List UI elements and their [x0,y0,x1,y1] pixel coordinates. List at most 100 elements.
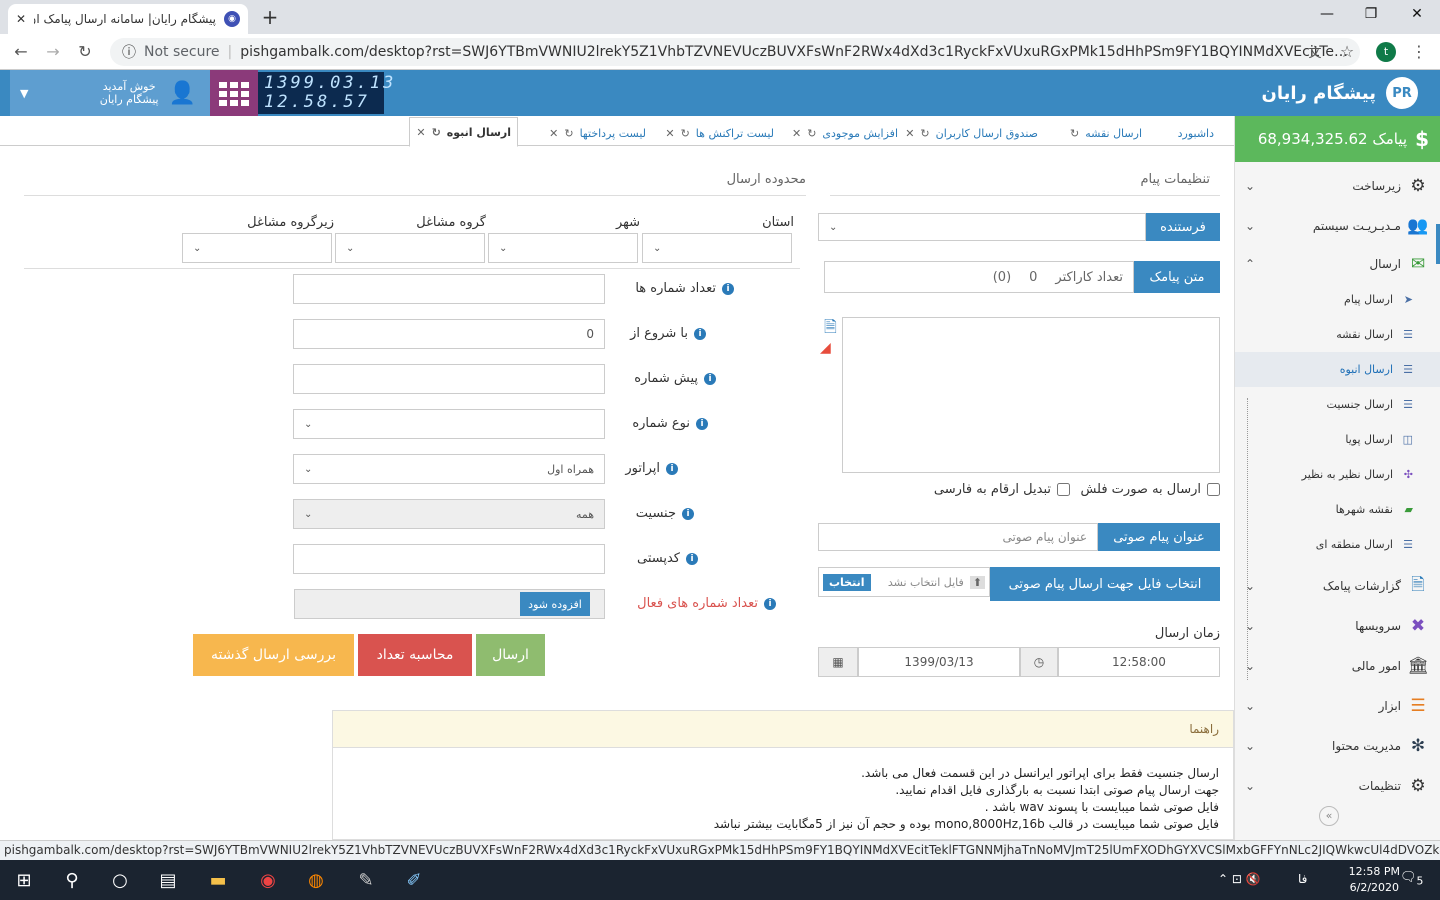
info-icon[interactable]: i [686,552,698,565]
firefox-icon[interactable]: ◍ [304,868,328,892]
add-button[interactable]: افزوده شود [520,592,590,616]
gender-select[interactable]: همه ⌄ [293,499,605,529]
clock-icon[interactable]: ◷ [1020,647,1058,677]
tab-increase-balance[interactable]: افزایش موجودی ↻ ✕ [792,120,898,146]
menu-dots-icon[interactable]: ⋮ [1408,42,1430,62]
task-view-icon[interactable]: ▤ [156,868,180,892]
close-tab-icon[interactable]: ✕ [792,127,801,140]
sidebar-item-infrastructure[interactable]: ⚙ زیرساخت ⌄ [1235,166,1440,206]
info-icon[interactable]: i [696,417,708,430]
city-select[interactable]: ⌄ [488,233,638,263]
send-time-input[interactable]: 12:58:00 [1058,647,1220,677]
tab-dashboard[interactable]: داشبورد [1178,120,1214,146]
new-tab-button[interactable]: + [258,6,282,28]
sidebar-sub-region-send[interactable]: ☰ ارسال منطقه ای [1235,527,1440,562]
flash-checkbox[interactable] [1207,483,1220,496]
review-past-button[interactable]: بررسی ارسال گذشته [193,634,354,676]
notification-icon[interactable]: 🗨5 [1400,870,1423,888]
tab-bulk-send[interactable]: ارسال انبوه ↻ ✕ [409,117,518,147]
translate-icon[interactable]: 文 [1304,42,1326,62]
close-tab-icon[interactable]: ✕ [416,126,425,139]
tab-payments[interactable]: لیست پرداختها ↻ ✕ [549,120,646,146]
profile-avatar[interactable]: t [1376,42,1396,62]
count-input[interactable] [293,274,605,304]
windows-start-icon[interactable]: ⊞ [12,868,36,892]
send-date-input[interactable]: 1399/03/13 [858,647,1020,677]
info-circle-icon[interactable]: ⓘ [122,42,136,62]
refresh-icon[interactable]: ↻ [920,127,929,140]
sidebar-sub-dynamic-send[interactable]: ◫ ارسال پویا [1235,422,1440,457]
system-clock[interactable]: 12:58 PM 6/2/2020 [1349,864,1400,896]
persian-digits-checkbox[interactable] [1057,483,1070,496]
start-input[interactable]: 0 [293,319,605,349]
reload-icon[interactable]: ↻ [74,42,96,62]
sidebar-sub-gender-send[interactable]: ☰ ارسال جنسیت [1235,387,1440,422]
sidebar-item-send[interactable]: ✉ ارسال ⌃ [1235,244,1440,284]
omnibox[interactable]: ⓘ Not secure | pishgambalk.com/desktop?r… [110,38,1360,66]
close-tab-icon[interactable]: ✕ [905,127,914,140]
sidebar-item-finance[interactable]: 🏛 امور مالی ⌄ [1235,646,1440,686]
info-icon[interactable]: i [704,372,716,385]
sidebar-sub-p2p-send[interactable]: ✣ ارسال نظیر به نظیر [1235,457,1440,492]
persian-digits-option[interactable]: تبدیل ارقام به فارسی [934,482,1070,497]
sms-textarea[interactable] [842,317,1220,473]
info-icon[interactable]: i [682,507,694,520]
prefix-input[interactable] [293,364,605,394]
minimize-icon[interactable]: — [1312,6,1342,26]
sidebar-item-system[interactable]: 👥 مـدیـریـت سیستم ⌄ [1235,206,1440,246]
tab-transactions[interactable]: لیست تراکنش ها ↻ ✕ [665,120,774,146]
refresh-icon[interactable]: ↻ [1070,127,1079,140]
calculate-count-button[interactable]: محاسبه تعداد [358,634,472,676]
language-indicator[interactable]: فا [1298,872,1307,886]
file-explorer-icon[interactable]: ▬ [206,868,230,892]
sidebar-sub-bulk-send[interactable]: ☰ ارسال انبوه [1235,352,1440,387]
tab-send-map[interactable]: ارسال نقشه ↻ [1070,120,1142,146]
postal-input[interactable] [293,544,605,574]
search-icon[interactable]: ⚲ [60,868,84,892]
tab-users-outbox[interactable]: صندوق ارسال کاربران ↻ ✕ [905,120,1038,146]
paint3d-icon[interactable]: ✐ [402,868,426,892]
refresh-icon[interactable]: ↻ [564,127,573,140]
calendar-icon[interactable]: ▦ [818,647,858,677]
bookmark-star-icon[interactable]: ☆ [1336,42,1358,62]
chrome-icon[interactable]: ◉ [256,868,280,892]
apps-grid-button[interactable] [210,70,258,116]
number-type-select[interactable]: ⌄ [293,409,605,439]
info-icon[interactable]: i [666,462,678,475]
sidebar-item-services[interactable]: ✖ سرویسها ⌄ [1235,606,1440,646]
back-icon[interactable]: ← [10,42,32,62]
browser-tab[interactable]: ◉ پیشگام رایان| سامانه ارسال پیامک ان ✕ [8,4,248,34]
tray-up-icon[interactable]: ⌃ ⊡ 🔇 [1218,872,1261,886]
operator-select[interactable]: همراه اول ⌄ [293,454,605,484]
paint-icon[interactable]: ✎ [354,868,378,892]
sidebar-sub-send-map[interactable]: ☰ ارسال نقشه [1235,317,1440,352]
choose-file-button[interactable]: انتخاب [823,573,871,591]
flash-option[interactable]: ارسال به صورت فلش [1080,482,1220,497]
sidebar-item-settings[interactable]: ⚙ تنظیمات ⌄ [1235,766,1440,806]
refresh-icon[interactable]: ↻ [432,126,441,139]
sender-select[interactable]: ⌄ [818,213,1146,241]
send-button[interactable]: ارسال [476,634,545,676]
close-tab-icon[interactable]: ✕ [665,127,674,140]
maximize-icon[interactable]: ❐ [1356,6,1386,26]
province-select[interactable]: ⌄ [642,233,792,263]
url-text[interactable]: pishgambalk.com/desktop?rst=SWJ6YTBmVWNI… [240,44,1348,60]
sidebar-sub-send-message[interactable]: ➤ ارسال پیام [1235,282,1440,317]
user-menu[interactable]: 👤 خوش آمدید پیشگام رایان ▼ [10,70,210,116]
brand[interactable]: PR پیشگام رایان [1261,70,1418,116]
template-file-icon[interactable]: 🗎 [824,316,837,343]
sidebar-item-content[interactable]: ✻ مدیریت محتوا ⌄ [1235,726,1440,766]
job-subgroup-select[interactable]: ⌄ [182,233,332,263]
sidebar-collapse-icon[interactable]: « [1319,806,1339,826]
voice-title-input[interactable]: عنوان پیام صوتی [818,523,1098,551]
voice-file-input[interactable]: ⬆ فایل انتخاب نشد انتخاب [818,567,990,597]
eraser-icon[interactable]: ◢ [820,340,831,356]
info-icon[interactable]: i [722,282,734,295]
refresh-icon[interactable]: ↻ [681,127,690,140]
refresh-icon[interactable]: ↻ [807,127,816,140]
cortana-icon[interactable]: ○ [108,868,132,892]
info-icon[interactable]: i [764,597,776,610]
sidebar-sub-city-maps[interactable]: ▰ نقشه شهرها [1235,492,1440,527]
job-group-select[interactable]: ⌄ [335,233,485,263]
sidebar-item-tools[interactable]: ☰ ابزار ⌄ [1235,686,1440,726]
